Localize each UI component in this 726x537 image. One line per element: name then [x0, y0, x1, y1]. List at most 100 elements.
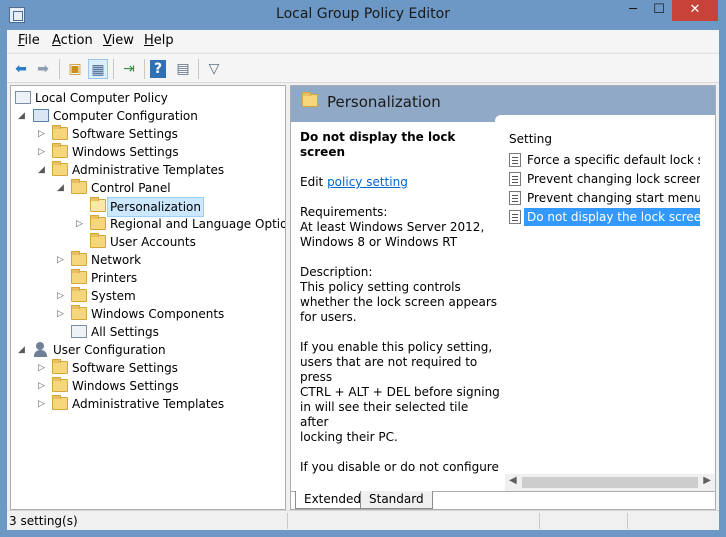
- scroll-left-icon[interactable]: ◀: [509, 475, 517, 486]
- horizontal-scrollbar[interactable]: ◀ ▶: [505, 474, 715, 491]
- expand-arrow-icon[interactable]: ▷: [38, 125, 48, 143]
- console-tree[interactable]: Local Computer Policy ◢ Computer Configu…: [10, 85, 286, 510]
- requirements-text: At least Windows Server 2012,: [300, 220, 485, 234]
- title-bar[interactable]: Local Group Policy Editor ─ ☐ ✕: [0, 0, 726, 30]
- tree-item-label: Regional and Language Options: [110, 217, 286, 231]
- toolbar-separator: [113, 59, 114, 79]
- filter-icon[interactable]: ▽: [204, 59, 224, 79]
- tree-item-label: Windows Settings: [72, 379, 179, 393]
- folder-icon: [90, 215, 106, 230]
- scroll-right-icon[interactable]: ▶: [703, 475, 711, 486]
- folder-icon: [52, 125, 68, 140]
- user-icon: [33, 342, 49, 357]
- pane-title: Personalization: [327, 93, 441, 111]
- description-text: locking their PC.: [300, 430, 398, 444]
- edit-line: Edit policy setting: [300, 175, 500, 190]
- collapse-arrow-icon[interactable]: ◢: [38, 161, 48, 179]
- tree-item-label: Software Settings: [72, 361, 178, 375]
- collapse-arrow-icon[interactable]: ◢: [18, 107, 28, 125]
- tree-item-label: Control Panel: [91, 181, 171, 195]
- tree-item-label: Local Computer Policy: [35, 91, 168, 105]
- tree-item-label: Computer Configuration: [53, 109, 198, 123]
- header-tab-curve: [495, 115, 715, 123]
- show-hide-tree-icon[interactable]: ▦: [88, 59, 108, 79]
- edit-prefix: Edit: [300, 175, 328, 189]
- scroll-thumb[interactable]: [522, 477, 698, 488]
- computer-icon: [33, 109, 49, 122]
- expand-arrow-icon[interactable]: ▷: [38, 359, 48, 377]
- folder-icon: [71, 287, 87, 302]
- setting-item-selected[interactable]: Do not display the lock screen: [509, 208, 715, 226]
- settings-list: Setting Force a specific default lock sc…: [505, 130, 715, 475]
- expand-arrow-icon[interactable]: ▷: [38, 377, 48, 395]
- description-text: for users.: [300, 310, 357, 324]
- policy-setting-icon: [509, 153, 521, 167]
- maximize-button[interactable]: ☐: [646, 0, 672, 21]
- description-text: If you enable this policy setting,: [300, 340, 493, 354]
- setting-label: Do not display the lock screen: [524, 208, 700, 226]
- setting-column-header[interactable]: Setting: [509, 132, 552, 146]
- tree-item-label: Administrative Templates: [72, 397, 225, 411]
- tree-item-label: Windows Components: [91, 307, 225, 321]
- collapse-arrow-icon[interactable]: ◢: [57, 179, 67, 197]
- expand-arrow-icon[interactable]: ▷: [38, 395, 48, 413]
- setting-item[interactable]: Prevent changing lock screen i...: [509, 170, 715, 188]
- menu-view[interactable]: View: [103, 33, 134, 48]
- tree-item-label: Administrative Templates: [72, 163, 225, 177]
- tab-extended[interactable]: Extended: [295, 491, 370, 509]
- status-divider: [539, 513, 540, 529]
- tab-standard[interactable]: Standard: [360, 491, 433, 509]
- expand-arrow-icon[interactable]: ▷: [76, 215, 86, 233]
- up-folder-icon[interactable]: ▣: [65, 59, 85, 79]
- menu-file[interactable]: File: [18, 33, 40, 48]
- policy-setting-icon: [509, 172, 521, 186]
- policy-title: Do not display the lock screen: [300, 130, 456, 159]
- folder-icon: [90, 233, 106, 248]
- policy-setting-icon: [509, 191, 521, 205]
- setting-label: Force a specific default lock sc...: [527, 153, 700, 167]
- view-tabs: Extended Standard: [291, 491, 715, 509]
- minimize-button[interactable]: ─: [620, 0, 646, 21]
- tree-item-label-selected: Personalization: [107, 197, 204, 217]
- forward-arrow-icon[interactable]: ➡: [33, 59, 53, 79]
- folder-icon: [52, 377, 68, 392]
- description-text: CTRL + ALT + DEL before signing: [300, 385, 500, 399]
- menu-action[interactable]: Action: [52, 33, 93, 48]
- tree-item-label: System: [91, 289, 136, 303]
- folder-icon: [71, 269, 87, 284]
- settings-doc-icon: [71, 325, 87, 338]
- toolbar-separator: [198, 59, 199, 79]
- setting-item[interactable]: Prevent changing start menu ...: [509, 189, 715, 207]
- folder-open-icon: [90, 197, 106, 212]
- requirements-label: Requirements:: [300, 205, 388, 219]
- folder-icon: [71, 305, 87, 320]
- close-button[interactable]: ✕: [672, 0, 718, 21]
- app-window: Local Group Policy Editor ─ ☐ ✕ File Act…: [0, 0, 726, 537]
- setting-item[interactable]: Force a specific default lock sc...: [509, 151, 715, 169]
- collapse-arrow-icon[interactable]: ◢: [18, 341, 28, 359]
- tree-item-label: Network: [91, 253, 142, 267]
- description-text: whether the lock screen appears: [300, 295, 498, 309]
- setting-label: Prevent changing start menu ...: [527, 191, 700, 205]
- description-text: in will see their selected tile after: [300, 400, 469, 429]
- back-arrow-icon[interactable]: ⬅: [11, 59, 31, 79]
- expand-arrow-icon[interactable]: ▷: [57, 305, 67, 323]
- menu-help[interactable]: Help: [144, 33, 174, 48]
- enable-block: If you enable this policy setting, users…: [300, 340, 500, 445]
- setting-label: Prevent changing lock screen i...: [527, 172, 700, 186]
- policy-setting-link[interactable]: policy setting: [327, 175, 408, 189]
- tree-item-label: Windows Settings: [72, 145, 179, 159]
- expand-arrow-icon[interactable]: ▷: [38, 143, 48, 161]
- export-list-icon[interactable]: ⇥: [119, 59, 139, 79]
- folder-icon: [52, 359, 68, 374]
- tree-item-label: User Accounts: [110, 235, 196, 249]
- folder-icon: [52, 143, 68, 158]
- toolbar-separator: [144, 59, 145, 79]
- help-icon[interactable]: ?: [150, 60, 166, 78]
- expand-arrow-icon[interactable]: ▷: [57, 251, 67, 269]
- folder-icon: [52, 395, 68, 410]
- expand-arrow-icon[interactable]: ▷: [57, 287, 67, 305]
- status-divider: [287, 513, 288, 529]
- disable-block: If you disable or do not configure: [300, 460, 500, 475]
- properties-icon[interactable]: ▤: [173, 59, 193, 79]
